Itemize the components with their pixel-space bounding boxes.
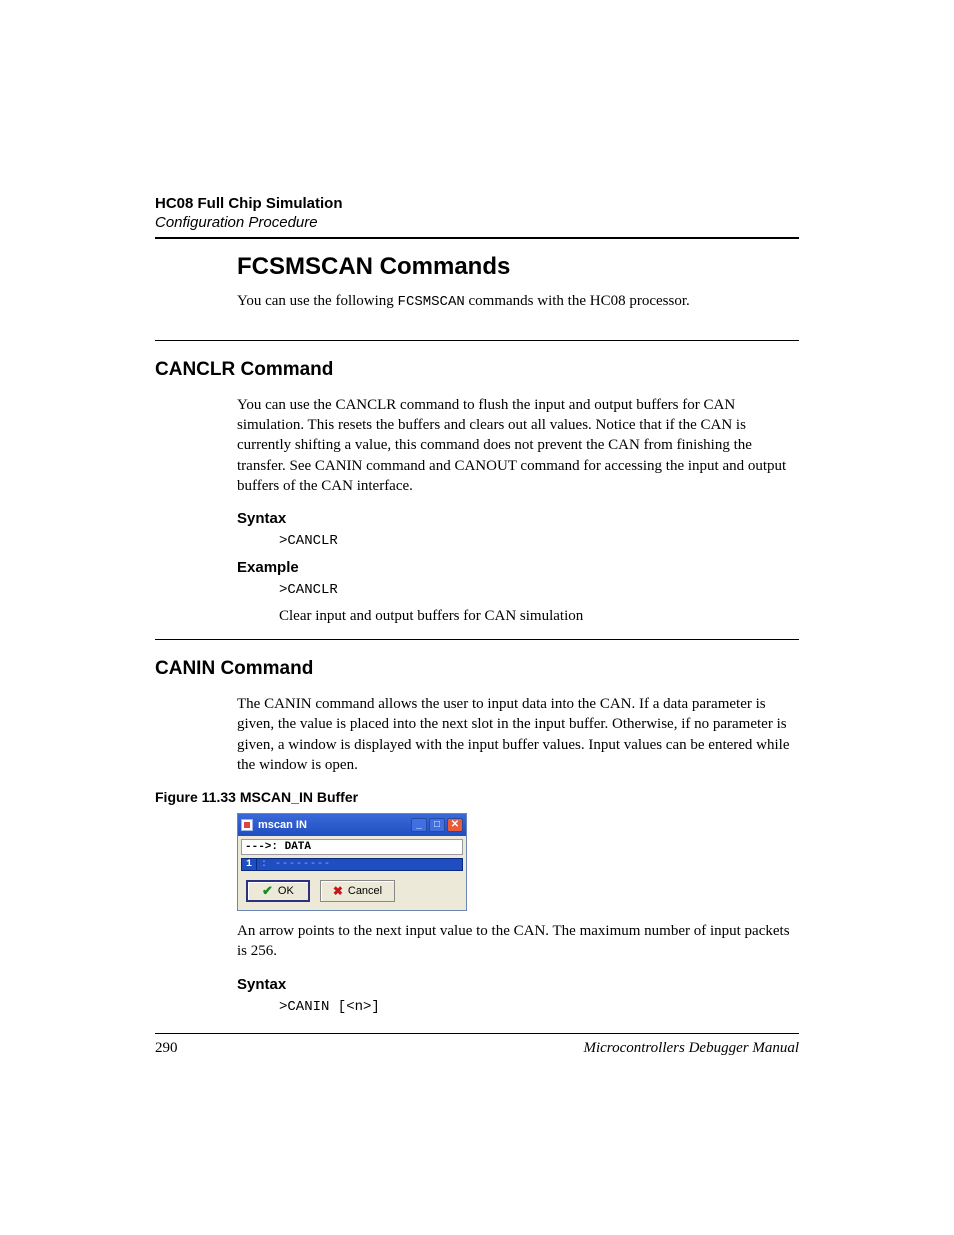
dialog-titlebar[interactable]: mscan IN _ □ ✕ <box>238 814 466 836</box>
heading-canin: CANIN Command <box>155 658 799 680</box>
dialog-index: 1 <box>241 858 257 871</box>
running-head-subtitle: Configuration Procedure <box>155 214 799 231</box>
intro-paragraph: You can use the following FCSMSCAN comma… <box>237 291 799 312</box>
canclr-syntax-label: Syntax <box>237 510 799 527</box>
manual-name: Microcontrollers Debugger Manual <box>583 1040 799 1057</box>
section-rule <box>155 340 799 341</box>
footer-rule <box>155 1033 799 1034</box>
minimize-icon[interactable]: _ <box>411 818 427 832</box>
maximize-icon[interactable]: □ <box>429 818 445 832</box>
dialog-index-dots: : -------- <box>257 858 463 871</box>
ok-button[interactable]: ✔ OK <box>246 880 310 902</box>
canclr-example-code: >CANCLR <box>279 582 799 598</box>
check-icon: ✔ <box>262 883 273 899</box>
canin-syntax-label: Syntax <box>237 976 799 993</box>
canin-body: The CANIN command allows the user to inp… <box>237 694 799 775</box>
dialog-title: mscan IN <box>258 819 409 831</box>
ok-button-label: OK <box>278 885 294 897</box>
header-rule <box>155 237 799 239</box>
mscan-in-dialog: mscan IN _ □ ✕ --->: DATA 1 : -------- ✔… <box>237 813 467 911</box>
heading-canclr: CANCLR Command <box>155 359 799 381</box>
canclr-example-label: Example <box>237 559 799 576</box>
intro-post: commands with the HC08 processor. <box>465 293 690 309</box>
canclr-syntax-code: >CANCLR <box>279 533 799 549</box>
intro-pre: You can use the following <box>237 293 398 309</box>
figure-caption: Figure 11.33 MSCAN_IN Buffer <box>155 789 799 805</box>
dialog-button-row: ✔ OK ✖ Cancel <box>238 874 466 910</box>
running-head-title: HC08 Full Chip Simulation <box>155 195 799 212</box>
x-icon: ✖ <box>333 884 343 898</box>
dialog-index-row[interactable]: 1 : -------- <box>241 858 463 871</box>
intro-code: FCSMSCAN <box>398 294 465 310</box>
cancel-button[interactable]: ✖ Cancel <box>320 880 395 902</box>
section-rule-2 <box>155 639 799 640</box>
canin-syntax-code: >CANIN [<n>] <box>279 999 799 1015</box>
canclr-example-text: Clear input and output buffers for CAN s… <box>279 608 799 625</box>
cancel-button-label: Cancel <box>348 885 382 897</box>
dialog-data-label: --->: DATA <box>241 839 463 855</box>
close-icon[interactable]: ✕ <box>447 818 463 832</box>
section-heading-fcsmscan: FCSMSCAN Commands <box>237 253 799 281</box>
window-icon <box>241 819 253 831</box>
canin-after-figure: An arrow points to the next input value … <box>237 921 799 962</box>
canclr-body: You can use the CANCLR command to flush … <box>237 395 799 496</box>
page-number: 290 <box>155 1040 178 1057</box>
page-footer: 290 Microcontrollers Debugger Manual <box>155 1033 799 1057</box>
